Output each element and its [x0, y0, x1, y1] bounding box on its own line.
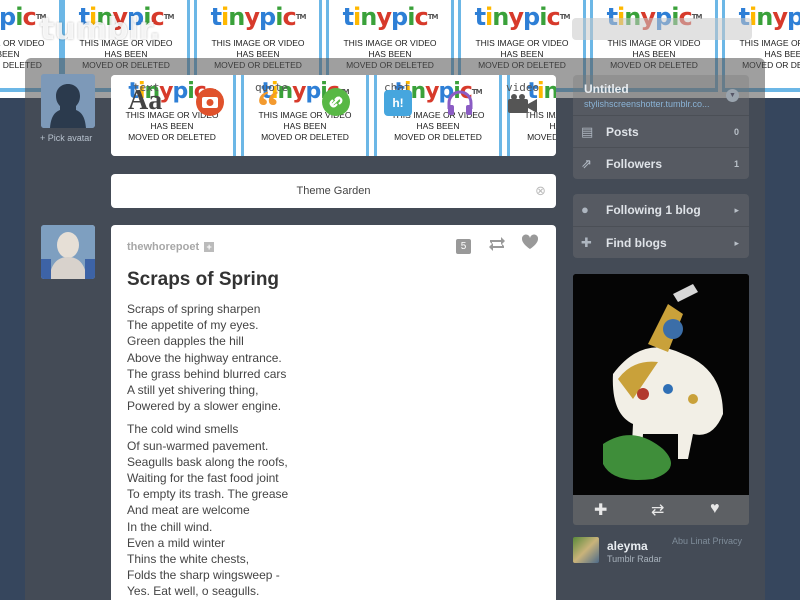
following-panel: ● Following 1 blog ▸ ✚ Find blogs ▸: [573, 194, 749, 258]
poem-line: A still yet shivering thing,: [127, 383, 259, 398]
radar-actions: ✚ ⇄ ♥: [573, 495, 749, 525]
poem-line: Thins the white chests,: [127, 552, 250, 567]
blog-panel: Untitled stylishscreenshotter.tumblr.co.…: [573, 75, 749, 179]
quote-icon[interactable]: “: [257, 81, 279, 132]
jeweled-figure-icon: [573, 274, 749, 495]
poem-line: Scraps of spring sharpen: [127, 302, 261, 316]
tinypic-logo: tinypicTM: [342, 3, 439, 31]
posts-icon: ▤: [581, 124, 594, 139]
poem-stanza: Scraps of spring sharpen The appetite of …: [127, 301, 537, 414]
followers-count: 1: [733, 159, 739, 169]
sidebar-item-label: Find blogs: [606, 236, 667, 250]
poem-line: And meat are welcome: [127, 503, 250, 518]
post-author-avatar[interactable]: [41, 225, 95, 279]
poem-line: In the chill wind.: [127, 519, 213, 534]
sidebar-item-label: Posts: [606, 125, 639, 139]
pick-avatar-link[interactable]: + Pick avatar: [40, 133, 92, 143]
avatar-silhouette-icon: [41, 74, 95, 128]
theme-garden-bar[interactable]: Theme Garden ⊗: [111, 174, 556, 208]
following-icon: ●: [581, 202, 589, 217]
tumblr-logo[interactable]: tumblr.: [40, 12, 161, 47]
follow-icon[interactable]: +: [204, 242, 215, 253]
poem-line: Even a mild winter: [127, 535, 226, 550]
followers-icon: ⇗: [581, 156, 592, 171]
poem-stanza: The cold wind smells Of sun-warmed paveme…: [127, 421, 537, 599]
camcorder-icon[interactable]: [507, 93, 539, 122]
sidebar-item-label: Following 1 blog: [606, 203, 701, 217]
camera-icon[interactable]: [195, 87, 225, 122]
link-icon[interactable]: [321, 87, 351, 122]
radar-user-avatar[interactable]: [573, 537, 599, 563]
poem-line: Yes. Eat well, o seagulls.: [127, 584, 260, 599]
tinypic-logo: tinypicTM: [474, 3, 571, 31]
avatar[interactable]: [41, 74, 95, 128]
heart-icon[interactable]: [521, 234, 539, 256]
poem-line: Green dapples the hill: [127, 334, 244, 349]
post-author-name[interactable]: thewhorepoet: [127, 241, 199, 253]
search-input[interactable]: [572, 18, 752, 40]
tinypic-logo: tinypicTM: [210, 3, 307, 31]
footer-links[interactable]: Abu Linat Privacy: [672, 536, 742, 546]
chevron-right-icon: ▸: [734, 238, 739, 248]
poem-line: Seagulls bask along the roofs,: [127, 454, 288, 469]
sidebar-item-posts[interactable]: ▤ Posts 0: [573, 115, 749, 147]
radar-image[interactable]: [573, 274, 749, 495]
headphones-icon[interactable]: [445, 89, 475, 122]
find-blogs-icon: ✚: [581, 235, 592, 250]
reblog-icon[interactable]: ⇄: [651, 500, 664, 520]
poem-line: The grass behind blurred cars: [127, 366, 287, 381]
chat-icon[interactable]: h!: [384, 90, 412, 116]
sidebar-item-following[interactable]: ● Following 1 blog ▸: [573, 194, 749, 226]
post-author[interactable]: thewhorepoet +: [127, 241, 215, 253]
poem-line: The appetite of my eyes.: [127, 318, 259, 333]
poem-line: Folds the sharp wingsweep -: [127, 568, 280, 583]
poem-line: The cold wind smells: [127, 422, 239, 437]
note-count[interactable]: 5: [456, 239, 471, 254]
sidebar-item-followers[interactable]: ⇗ Followers 1: [573, 147, 749, 179]
poem-line: Powered by a slower engine.: [127, 399, 282, 414]
plus-icon[interactable]: ✚: [594, 500, 607, 520]
posts-count: 0: [733, 127, 739, 137]
blog-header[interactable]: Untitled stylishscreenshotter.tumblr.co.…: [573, 75, 749, 115]
radar-label: Tumblr Radar: [607, 554, 662, 564]
radar-user-name[interactable]: aleyma: [607, 539, 648, 553]
poem-line: Of sun-warmed pavement.: [127, 438, 269, 453]
post-card: thewhorepoet + 5 Scraps of Spring Scraps …: [111, 225, 556, 600]
poem-line: Waiting for the fast food joint: [127, 471, 279, 486]
poem-line: To empty its trash. The grease: [127, 487, 289, 502]
chevron-down-icon[interactable]: ▼: [726, 89, 739, 102]
poem-body: Scraps of spring sharpen The appetite of …: [127, 301, 537, 600]
heart-icon[interactable]: ♥: [710, 500, 720, 518]
post-title: Scraps of Spring: [127, 269, 280, 290]
blog-title[interactable]: Untitled: [584, 82, 739, 96]
chevron-right-icon: ▸: [734, 205, 739, 215]
sidebar-item-find-blogs[interactable]: ✚ Find blogs ▸: [573, 226, 749, 258]
reblog-icon[interactable]: [487, 235, 507, 258]
poem-line: Above the highway entrance.: [127, 350, 282, 365]
text-post-label[interactable]: text: [133, 81, 160, 94]
blog-url[interactable]: stylishscreenshotter.tumblr.co...: [584, 99, 739, 109]
author-photo-icon: [41, 225, 95, 279]
sidebar-item-label: Followers: [606, 157, 663, 171]
close-icon[interactable]: ⊗: [535, 174, 546, 208]
theme-garden-label: Theme Garden: [296, 185, 371, 197]
post-type-bar: tinypicTMTHIS IMAGE OR VIDEOHAS BEENMOVE…: [111, 75, 556, 156]
